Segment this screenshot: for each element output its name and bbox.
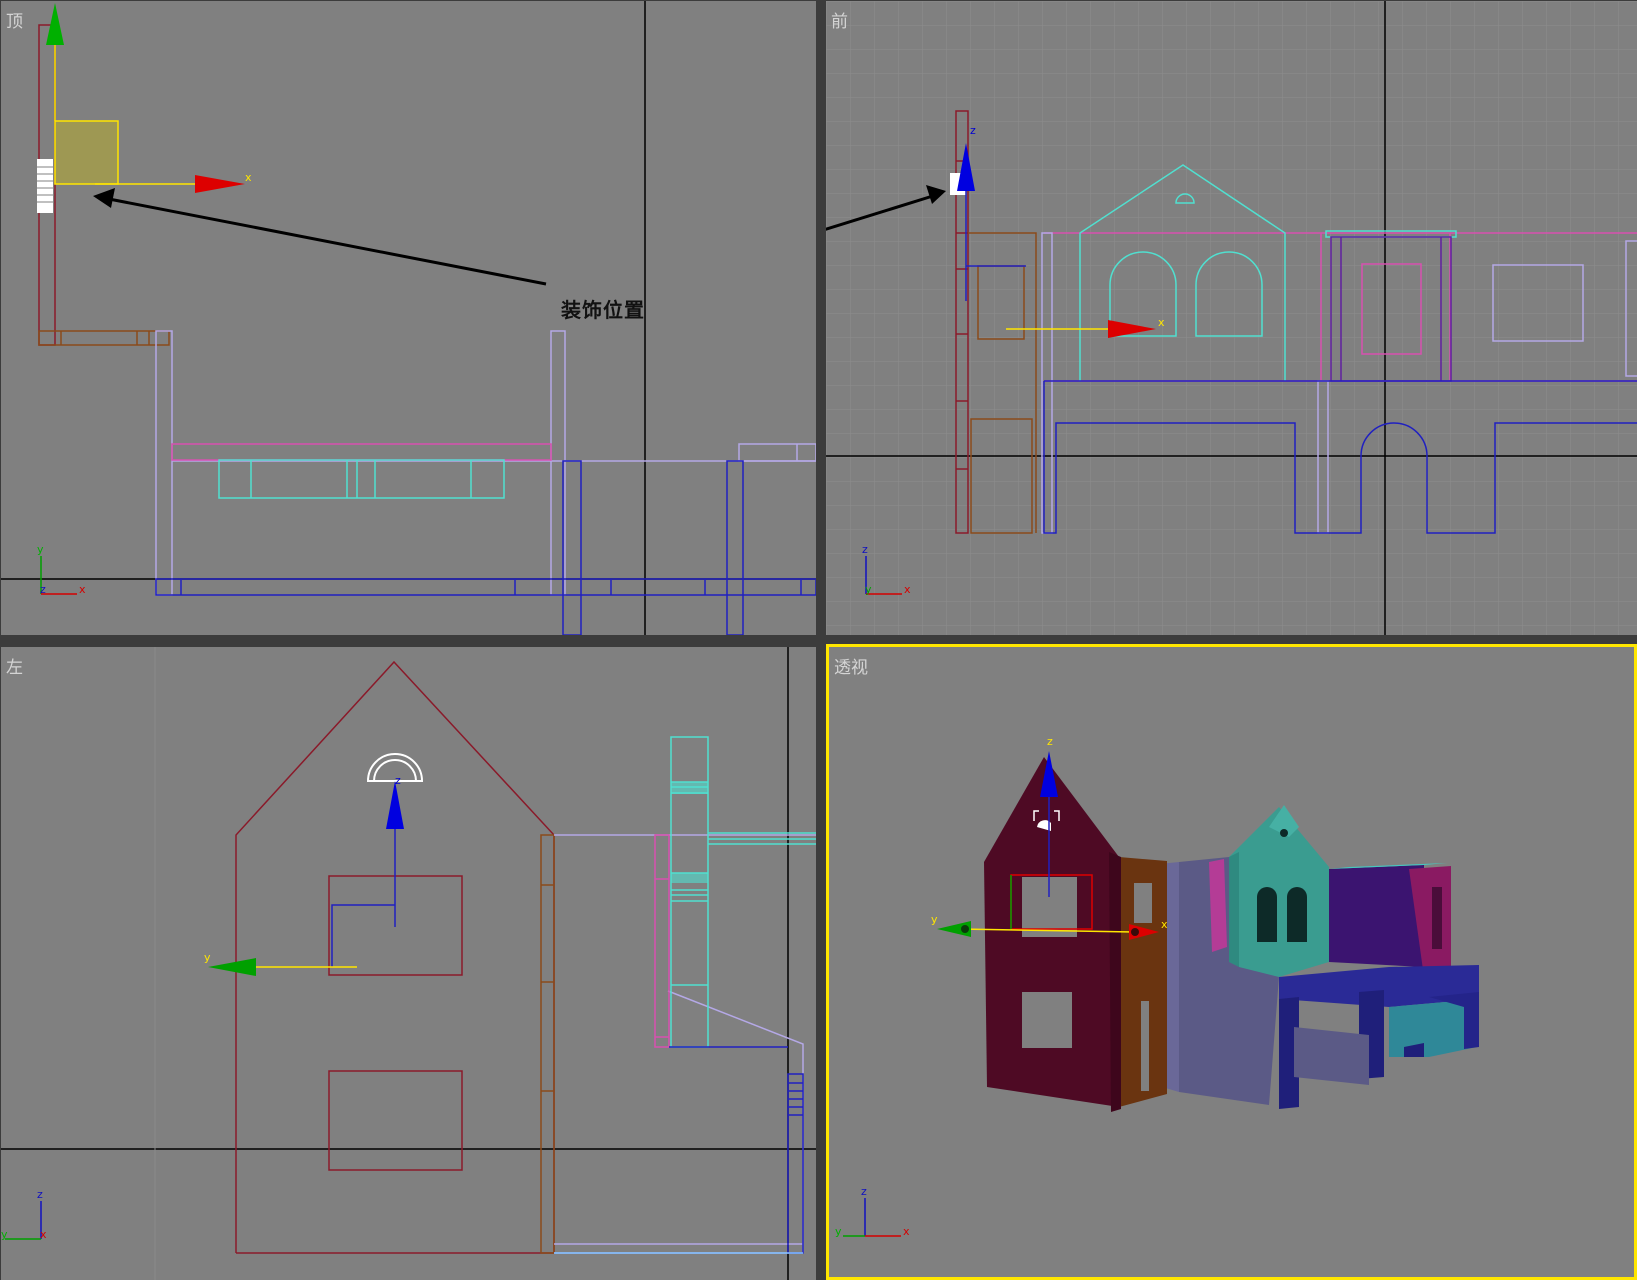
viewport-label-left[interactable]: 左 — [6, 653, 23, 678]
gizmo-z-letter: z — [395, 774, 401, 787]
viewport-top[interactable]: 顶 x y x z 装饰位置 — [1, 1, 816, 635]
tripod-x-letter: x — [903, 1225, 910, 1238]
wall-outline-pink — [171, 443, 552, 461]
axis-tripod-left: z y x — [1, 1188, 47, 1241]
front-view-scene: z x z x y — [826, 1, 1637, 635]
tripod-z-letter: z — [40, 583, 46, 596]
viewport-label-perspective[interactable]: 透视 — [834, 653, 868, 678]
perspective-scene: z y x z x y — [835, 735, 1479, 1238]
wall-outline-pink — [654, 834, 670, 1048]
tripod-y-letter: y — [835, 1225, 842, 1238]
front-grid — [826, 1, 1637, 635]
gizmo-x-letter: x — [1158, 316, 1165, 329]
tripod-x-letter: x — [904, 583, 911, 596]
gizmo-y-arrow-icon[interactable] — [46, 3, 64, 45]
tripod-z-letter: z — [862, 543, 868, 556]
tower-band — [671, 782, 708, 794]
house-outline-darkred — [235, 660, 555, 1254]
column-outline-blue — [669, 1046, 804, 1254]
beam-outline-brown — [38, 330, 170, 346]
tripod-y-letter: y — [37, 543, 44, 556]
tripod-x-letter: x — [40, 1228, 47, 1241]
gizmo-x-arrow-icon[interactable] — [195, 175, 245, 193]
transform-gizmo-top[interactable]: x — [46, 3, 252, 193]
left-view-scene: z y z y x — [1, 647, 816, 1280]
gizmo-y-arrow-icon[interactable] — [208, 958, 256, 976]
gizmo-x-letter: x — [1161, 918, 1168, 931]
tripod-y-letter: y — [1, 1228, 8, 1241]
gizmo-z-letter: z — [1047, 735, 1053, 748]
window-frame-cyan — [218, 459, 505, 499]
gizmo-x-letter: x — [245, 171, 252, 184]
gizmo-z-letter: z — [970, 124, 976, 137]
top-view-scene: x y x z — [1, 1, 816, 635]
annotation-label: 装饰位置 — [561, 298, 645, 322]
viewport-label-top[interactable]: 顶 — [6, 7, 23, 32]
wall-outline-lavender — [155, 330, 816, 596]
tower-band — [671, 873, 708, 883]
annotation-arrow-left — [93, 188, 547, 286]
wall-outline-lavender — [554, 834, 816, 1254]
decoration-piece — [37, 159, 53, 213]
viewport-perspective[interactable]: 透视 z y x z x y — [826, 644, 1637, 1280]
column-outline-brown — [540, 834, 555, 1254]
axis-tripod-top: y x z — [37, 543, 86, 596]
tripod-y-letter: y — [865, 583, 872, 596]
axis-tripod-persp: z x y — [835, 1185, 910, 1238]
tripod-x-letter: x — [79, 583, 86, 596]
transform-gizmo-left[interactable]: z y — [204, 774, 404, 976]
viewport-front[interactable]: 前 z x z x y — [826, 1, 1637, 635]
gizmo-z-arrow-icon[interactable] — [386, 781, 404, 829]
tripod-z-letter: z — [861, 1185, 867, 1198]
floor-outline-blue — [155, 460, 816, 635]
viewport-left[interactable]: 左 z y z y x — [1, 647, 816, 1280]
tripod-z-letter: z — [37, 1188, 43, 1201]
viewport-label-front[interactable]: 前 — [831, 7, 848, 32]
gizmo-y-letter: y — [931, 913, 938, 926]
gizmo-y-letter: y — [204, 951, 211, 964]
